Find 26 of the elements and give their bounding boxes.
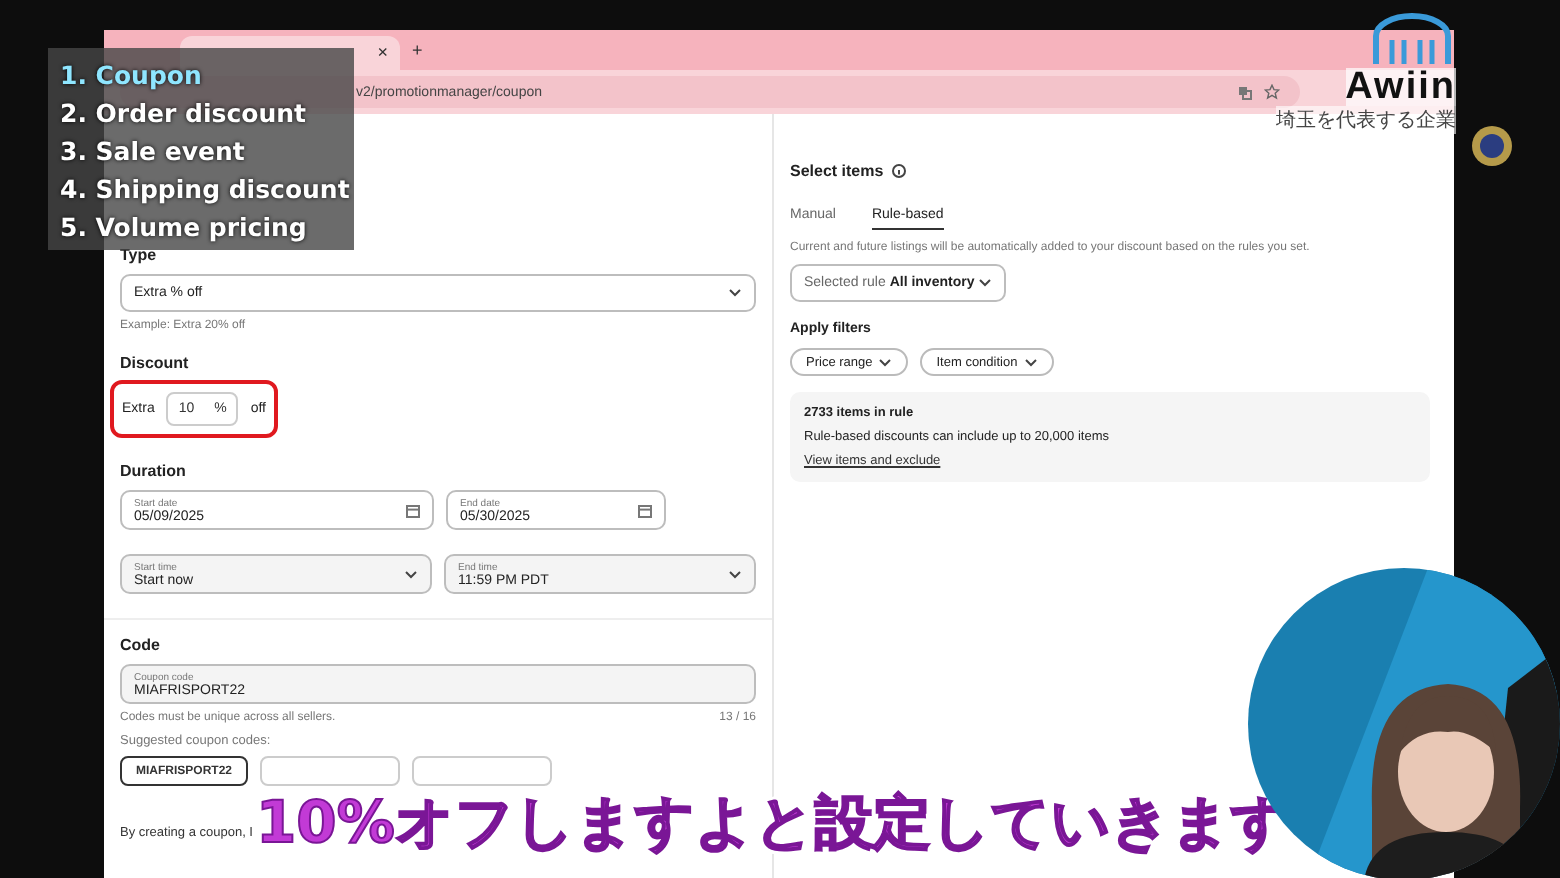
- topic-item: 3. Sale event: [60, 134, 247, 170]
- topic-item: 5. Volume pricing: [60, 210, 309, 246]
- logo-tagline: 埼玉を代表する企業: [1276, 106, 1456, 134]
- chevron-down-icon: [728, 288, 742, 298]
- chevron-down-icon: [978, 278, 992, 288]
- suggested-code-chip[interactable]: [260, 756, 400, 786]
- type-heading: Type: [120, 246, 159, 264]
- select-items-heading: Select items: [790, 162, 884, 180]
- chevron-down-icon: [404, 569, 418, 579]
- suggested-code-chip[interactable]: [412, 756, 552, 786]
- seal-icon: [1470, 124, 1514, 168]
- logo-name: Awiin: [1345, 68, 1456, 106]
- translate-icon[interactable]: [1238, 85, 1252, 99]
- calendar-icon: [406, 503, 420, 517]
- chevron-down-icon: [728, 569, 742, 579]
- arch-logo-icon: [1368, 12, 1456, 68]
- chevron-down-icon: [878, 357, 893, 367]
- info-icon[interactable]: [891, 164, 906, 178]
- duration-heading: Duration: [120, 462, 188, 480]
- discount-heading: Discount: [120, 354, 191, 372]
- code-heading: Code: [120, 636, 162, 654]
- new-tab-button[interactable]: +: [412, 41, 423, 59]
- star-icon[interactable]: [1264, 84, 1280, 100]
- close-tab-button[interactable]: ×: [377, 44, 388, 62]
- calendar-icon: [638, 503, 652, 517]
- chevron-down-icon: [1023, 357, 1038, 367]
